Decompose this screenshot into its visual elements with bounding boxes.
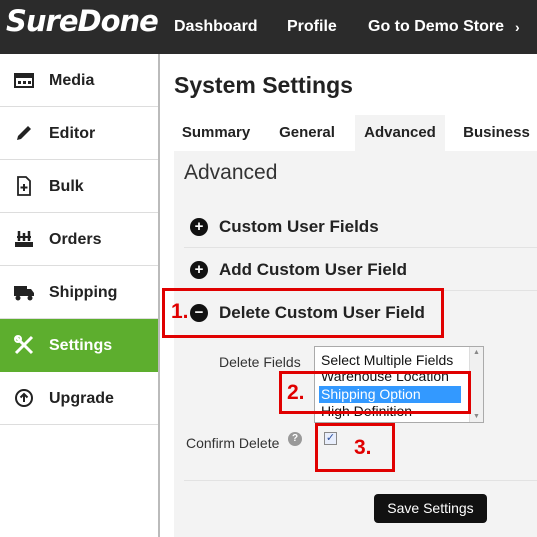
tab-business[interactable]: Business: [456, 115, 537, 151]
section-title: Advanced: [184, 161, 278, 184]
select-scrollbar[interactable]: ▲ ▼: [469, 347, 483, 422]
annotation-label-3: 3.: [354, 436, 372, 459]
sidebar-item-settings[interactable]: Settings: [0, 319, 158, 372]
nav-dashboard[interactable]: Dashboard: [174, 0, 258, 54]
tab-summary[interactable]: Summary: [174, 115, 258, 151]
accordion-label: Add Custom User Field: [219, 260, 407, 279]
sidebar: Media Editor Bulk Orders Shipping Settin…: [0, 54, 160, 537]
accordion-label: Custom User Fields: [219, 217, 379, 236]
delete-fields-label: Delete Fields: [219, 354, 301, 370]
scroll-down-icon[interactable]: ▼: [473, 413, 480, 420]
plus-circle-icon: +: [190, 261, 208, 279]
accordion-custom-user-fields[interactable]: + Custom User Fields: [184, 206, 537, 248]
sidebar-item-label: Orders: [49, 231, 102, 248]
annotation-box-1: [162, 288, 444, 338]
help-icon[interactable]: ?: [288, 432, 302, 446]
sidebar-item-media[interactable]: Media: [0, 54, 158, 107]
sidebar-item-label: Media: [49, 72, 95, 89]
bulk-file-icon: [13, 175, 35, 197]
orders-icon: [13, 228, 35, 250]
top-bar: SureDone Dashboard Profile Go to Demo St…: [0, 0, 537, 54]
page-title: System Settings: [174, 72, 353, 98]
sidebar-item-orders[interactable]: Orders: [0, 213, 158, 266]
chevron-right-icon[interactable]: ›: [515, 0, 520, 54]
sidebar-item-upgrade[interactable]: Upgrade: [0, 372, 158, 425]
nav-demo-store[interactable]: Go to Demo Store: [368, 0, 504, 54]
tools-icon: [13, 334, 35, 356]
save-settings-button[interactable]: Save Settings: [374, 494, 487, 523]
tab-general[interactable]: General: [267, 115, 347, 151]
pencil-icon: [13, 122, 35, 144]
sidebar-item-label: Bulk: [49, 178, 84, 195]
confirm-delete-label: Confirm Delete: [186, 435, 280, 451]
scroll-up-icon[interactable]: ▲: [473, 349, 480, 356]
annotation-label-2: 2.: [287, 381, 305, 404]
sidebar-item-label: Editor: [49, 125, 96, 142]
annotation-label-1: 1.: [171, 300, 189, 323]
divider: [184, 480, 537, 481]
tab-advanced[interactable]: Advanced: [355, 115, 445, 151]
sidebar-item-bulk[interactable]: Bulk: [0, 160, 158, 213]
media-icon: [13, 69, 35, 91]
truck-icon: [13, 281, 35, 303]
sidebar-item-label: Settings: [49, 337, 113, 354]
accordion-add-custom-user-field[interactable]: + Add Custom User Field: [184, 249, 537, 291]
sidebar-item-label: Upgrade: [49, 390, 114, 407]
suredone-logo[interactable]: SureDone: [6, 4, 159, 38]
sidebar-item-label: Shipping: [49, 284, 118, 301]
upgrade-icon: [13, 387, 35, 409]
nav-profile[interactable]: Profile: [287, 0, 337, 54]
annotation-box-2: [279, 371, 471, 414]
sidebar-item-shipping[interactable]: Shipping: [0, 266, 158, 319]
settings-tabs: Summary General Advanced Business: [174, 115, 537, 151]
plus-circle-icon: +: [190, 218, 208, 236]
sidebar-item-editor[interactable]: Editor: [0, 107, 158, 160]
select-option[interactable]: Select Multiple Fields: [321, 352, 453, 369]
